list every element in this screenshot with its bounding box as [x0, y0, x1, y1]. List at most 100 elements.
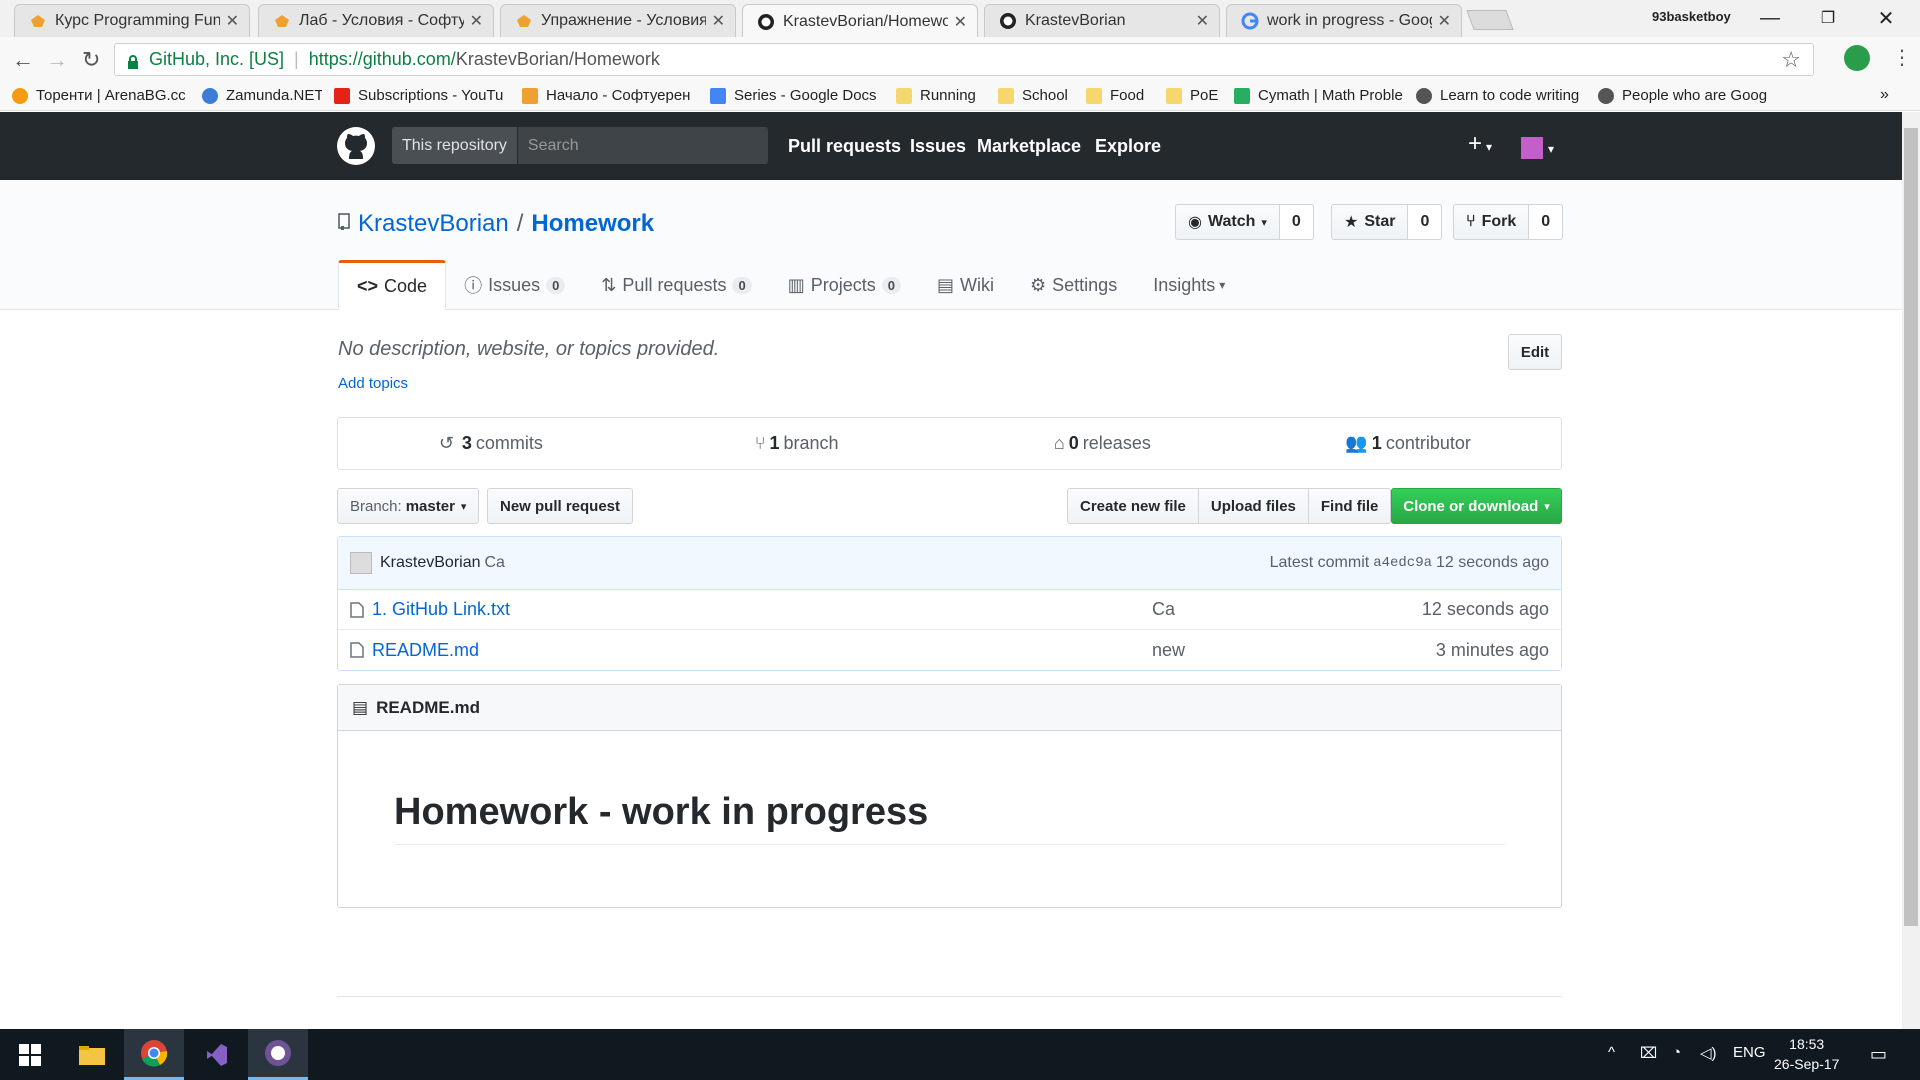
watch-count[interactable]: 0 [1279, 204, 1314, 240]
reload-icon[interactable]: ↻ [82, 47, 100, 73]
tab-insights[interactable]: Insights ▾ [1135, 260, 1243, 310]
new-pull-request-button[interactable]: New pull request [487, 488, 634, 524]
tab-issues[interactable]: ⓘ Issues 0 [446, 260, 583, 310]
forward-icon[interactable]: → [46, 47, 68, 73]
branches-link[interactable]: ⑂ 1 branch [644, 418, 950, 469]
visual-studio-icon[interactable] [186, 1029, 246, 1080]
browser-tab[interactable]: Курс Programming Fund ✕ [14, 4, 250, 37]
minimize-icon[interactable]: — [1745, 4, 1795, 32]
close-icon[interactable]: ✕ [226, 11, 239, 31]
bookmark-item[interactable]: Cymath | Math Proble [1234, 87, 1404, 104]
star-button[interactable]: ★ Star [1331, 204, 1409, 240]
bookmark-item[interactable]: Series - Google Docs [710, 87, 884, 104]
bookmark-folder[interactable]: School [998, 87, 1074, 104]
commit-sha[interactable]: a4edc9a [1373, 555, 1432, 571]
language-indicator[interactable]: ENG [1733, 1044, 1766, 1061]
tab-projects[interactable]: ▥ Projects 0 [770, 260, 919, 310]
nav-explore[interactable]: Explore [1095, 136, 1161, 157]
system-clock[interactable]: 18:53 26-Sep-17 [1774, 1034, 1839, 1074]
chrome-icon[interactable] [124, 1029, 184, 1080]
star-count[interactable]: 0 [1408, 204, 1443, 240]
bookmark-star-icon[interactable]: ☆ [1781, 47, 1801, 73]
github-desktop-icon[interactable] [248, 1029, 308, 1080]
file-commit-message[interactable]: Ca [1152, 599, 1175, 620]
avatar[interactable] [350, 552, 372, 574]
branch-icon: ⑂ [754, 433, 766, 453]
commit-author[interactable]: KrastevBorian [380, 554, 481, 572]
new-tab-button[interactable] [1466, 10, 1514, 30]
bookmark-item[interactable]: Zamunda.NET [202, 87, 322, 104]
file-explorer-icon[interactable] [62, 1029, 122, 1080]
search-input[interactable]: Search [518, 137, 579, 155]
fork-button[interactable]: ⑂ Fork [1453, 204, 1530, 240]
nav-issues[interactable]: Issues [910, 136, 966, 157]
restore-icon[interactable]: ❐ [1803, 4, 1853, 32]
menu-icon[interactable]: ⋮ [1892, 45, 1912, 70]
scrollbar-thumb[interactable] [1904, 128, 1918, 926]
url-prefix: https://github.com/ [308, 49, 456, 69]
browser-tab-active[interactable]: KrastevBorian/Homewor ✕ [742, 4, 978, 38]
close-icon[interactable]: ✕ [712, 11, 725, 31]
repo-name-link[interactable]: Homework [531, 210, 654, 238]
bookmark-item[interactable]: Subscriptions - YouTu [334, 87, 510, 104]
browser-tab[interactable]: Упражнение - Условия ✕ [500, 4, 736, 37]
tab-label: Projects [810, 274, 876, 295]
branch-select[interactable]: Branch: master ▾ [337, 488, 480, 524]
back-icon[interactable]: ← [12, 47, 34, 73]
bookmark-item[interactable]: People who are Goog [1598, 87, 1778, 104]
add-topics-link[interactable]: Add topics [338, 375, 408, 392]
github-logo-icon[interactable] [336, 126, 376, 166]
file-commit-message[interactable]: new [1152, 640, 1185, 661]
close-icon[interactable]: ✕ [954, 12, 967, 32]
file-name-link[interactable]: 1. GitHub Link.txt [372, 599, 510, 620]
windows-start-icon[interactable] [0, 1029, 60, 1080]
fork-count[interactable]: 0 [1529, 204, 1564, 240]
browser-tab[interactable]: Лаб - Условия - Софтус ✕ [258, 4, 494, 37]
contributors-link[interactable]: 👥 1 contributor [1255, 418, 1561, 469]
find-file-button[interactable]: Find file [1308, 488, 1392, 524]
bookmarks-more-button[interactable]: » [1880, 86, 1889, 104]
browser-tab[interactable]: KrastevBorian ✕ [984, 4, 1220, 37]
commit-message[interactable]: Ca [485, 554, 505, 572]
close-icon[interactable]: ✕ [1196, 11, 1209, 31]
releases-link[interactable]: ⌂ 0 releases [950, 418, 1256, 469]
wifi-icon[interactable]: ◔ [1672, 1044, 1681, 1061]
volume-icon[interactable]: ◁) [1700, 1044, 1717, 1062]
edit-button[interactable]: Edit [1508, 334, 1562, 370]
browser-profile-name[interactable]: 93basketboy [1652, 9, 1731, 24]
action-center-icon[interactable]: ▭ [1870, 1044, 1887, 1065]
repo-search[interactable]: This repository Search [392, 127, 768, 164]
extension-icon[interactable] [1844, 45, 1870, 71]
nav-pull-requests[interactable]: Pull requests [788, 136, 901, 157]
close-window-icon[interactable]: ✕ [1861, 4, 1911, 32]
tab-wiki[interactable]: ▤ Wiki [919, 260, 1012, 310]
bookmark-item[interactable]: Торенти | ArenaBG.cc [12, 87, 190, 104]
create-new-file-button[interactable]: Create new file [1067, 488, 1199, 524]
upload-files-button[interactable]: Upload files [1198, 488, 1309, 524]
close-icon[interactable]: ✕ [470, 11, 483, 31]
network-status-icon[interactable]: ⌧ [1640, 1044, 1657, 1062]
nav-marketplace[interactable]: Marketplace [977, 136, 1081, 157]
bookmark-item[interactable]: Learn to code writing [1416, 87, 1586, 104]
eye-icon: ◉ [1188, 214, 1202, 231]
tray-chevron-icon[interactable]: ^ [1608, 1044, 1615, 1061]
bookmark-item[interactable]: Начало - Софтуерен [522, 87, 698, 104]
tab-code[interactable]: <> Code [338, 260, 447, 310]
tab-pull-requests[interactable]: ⇅ Pull requests 0 [583, 260, 769, 310]
close-icon[interactable]: ✕ [1438, 11, 1451, 31]
watch-button[interactable]: ◉ Watch ▾ [1175, 204, 1280, 240]
repo-owner-link[interactable]: KrastevBorian [358, 210, 509, 238]
file-name-link[interactable]: README.md [372, 640, 479, 661]
avatar[interactable] [1521, 137, 1543, 159]
clone-or-download-button[interactable]: Clone or download ▾ [1391, 488, 1562, 524]
address-bar[interactable]: GitHub, Inc. [US] | https://github.com/K… [114, 43, 1814, 76]
tab-settings[interactable]: ⚙ Settings [1012, 260, 1135, 310]
file-age: 12 seconds ago [1421, 599, 1549, 619]
commits-link[interactable]: ↺ 3 commits [338, 418, 644, 469]
plus-icon[interactable]: + ▾ [1468, 130, 1492, 158]
bookmark-folder[interactable]: Running [896, 87, 986, 104]
chevron-down-icon[interactable]: ▾ [1548, 142, 1554, 156]
bookmark-folder[interactable]: Food [1086, 87, 1154, 104]
browser-tab[interactable]: work in progress - Googl ✕ [1226, 4, 1462, 37]
bookmark-folder[interactable]: PoE [1166, 87, 1222, 104]
